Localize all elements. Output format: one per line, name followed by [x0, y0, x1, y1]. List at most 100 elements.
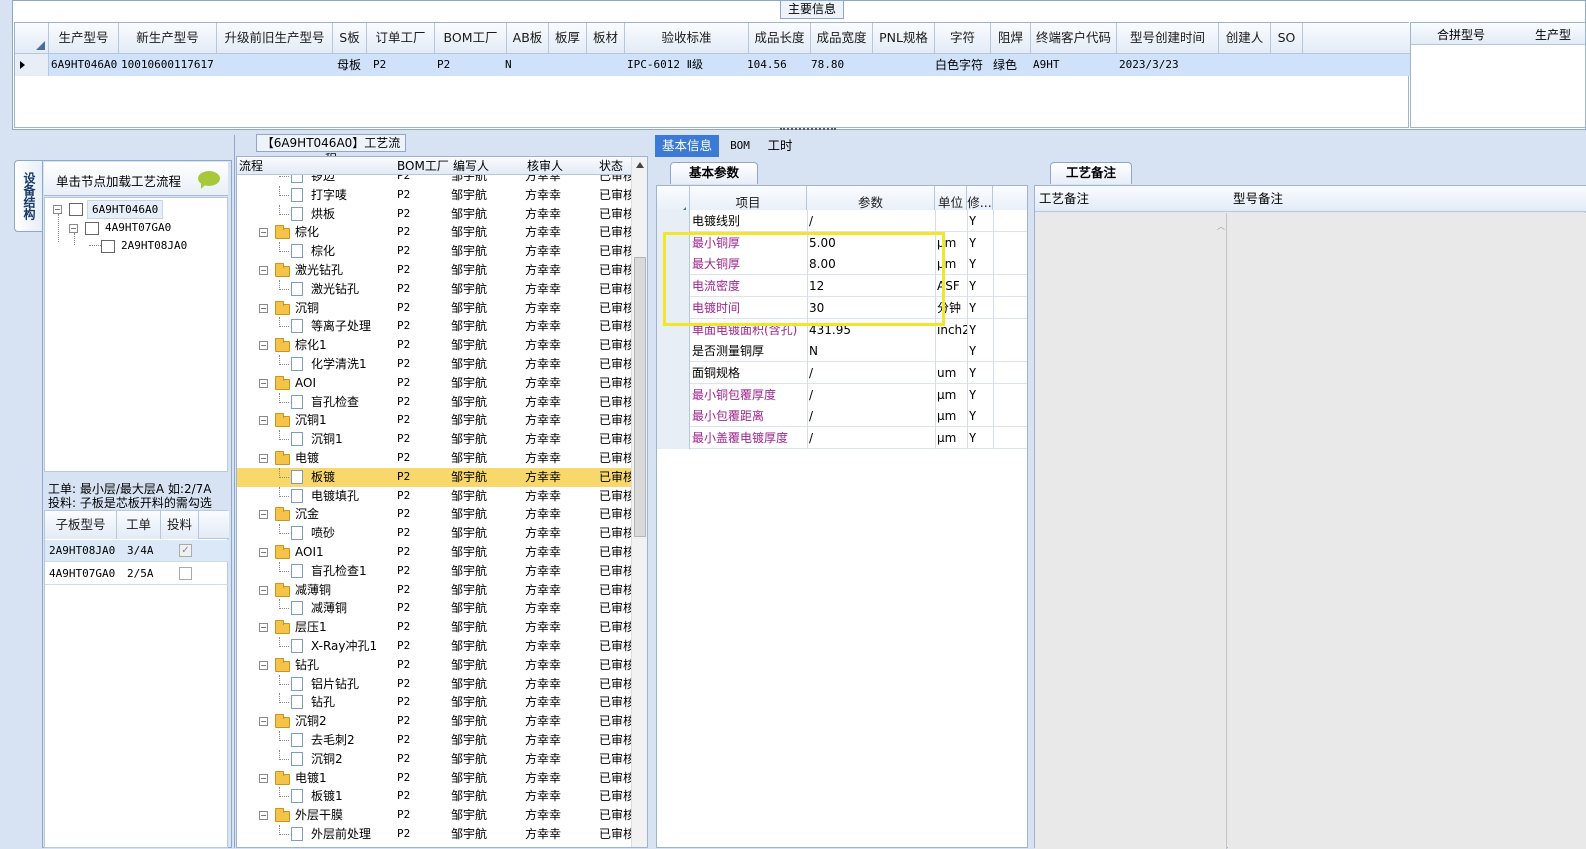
col-flow-status[interactable]: 状态 — [599, 157, 623, 175]
col-flow-writer[interactable]: 编写人 — [453, 157, 489, 175]
table-row[interactable]: 4A9HT07GA0 2/5A — [45, 563, 229, 585]
basic-params-tab[interactable]: 基本参数 — [670, 162, 758, 184]
flow-row[interactable]: − 沉铜2 P2 邹宇航 方幸幸 已审核 — [237, 712, 631, 731]
table-row[interactable]: 2A9HT08JA0 3/4A ✓ — [45, 540, 229, 562]
param-row[interactable]: 面铜规格 / um Y — [657, 361, 1027, 384]
tree-node-child[interactable]: 4A9HT07GA0 — [105, 221, 171, 234]
flow-row[interactable]: 去毛刺2 P2 邹宇航 方幸幸 已审核 — [237, 731, 631, 750]
flow-row[interactable]: 烘板 P2 邹宇航 方幸幸 已审核 — [237, 204, 631, 224]
collapse-icon[interactable]: − — [69, 224, 78, 233]
flow-row[interactable]: − 棕化1 P2 邹宇航 方幸幸 已审核 — [237, 336, 631, 355]
flow-row[interactable]: 外层前处理 P2 邹宇航 方幸幸 已审核 — [237, 825, 631, 844]
col-merge-model-2[interactable]: 生产型 — [1535, 26, 1571, 43]
tree-node-root[interactable]: 6A9HT046A0 — [87, 200, 164, 219]
col-flow[interactable]: 流程 — [239, 157, 263, 175]
collapse-icon[interactable]: − — [259, 228, 268, 238]
col-new-model[interactable]: 新生产型号 — [119, 23, 217, 53]
collapse-icon[interactable]: − — [259, 454, 268, 463]
collapse-icon[interactable]: − — [259, 811, 268, 821]
tab-work-hours[interactable]: 工时 — [763, 135, 797, 157]
param-row[interactable]: 是否测量铜厚 N Y — [657, 340, 1027, 363]
col-solder[interactable]: 阻焊 — [991, 23, 1031, 53]
flow-row[interactable]: − 电镀 P2 邹宇航 方幸幸 已审核 — [237, 449, 631, 468]
process-remark-area[interactable]: ︿ — [1035, 213, 1227, 849]
col-order-factory[interactable]: 订单工厂 — [367, 23, 435, 53]
col-flow-bom[interactable]: BOM工厂 — [397, 157, 449, 175]
tab-bom[interactable]: BOM — [723, 135, 757, 157]
col-customer[interactable]: 终端客户代码 — [1031, 23, 1117, 53]
feed-checkbox[interactable] — [179, 567, 192, 580]
scroll-up-icon[interactable]: ︿ — [1217, 221, 1225, 232]
flow-row[interactable]: 盲孔检查1 P2 邹宇航 方幸幸 已审核 — [237, 561, 631, 581]
flow-row[interactable]: X-Ray冲孔1 P2 邹宇航 方幸幸 已审核 — [237, 637, 631, 656]
flow-row[interactable]: 沉铜2 P2 邹宇航 方幸幸 已审核 — [237, 749, 631, 769]
collapse-icon[interactable]: − — [259, 266, 268, 275]
flow-row[interactable]: − 层压1 P2 邹宇航 方幸幸 已审核 — [237, 618, 631, 637]
collapse-icon[interactable]: − — [259, 585, 268, 595]
collapse-icon[interactable]: − — [259, 623, 268, 633]
collapse-icon[interactable]: − — [259, 416, 268, 426]
flow-row[interactable]: 电镀填孔 P2 邹宇航 方幸幸 已审核 — [237, 486, 631, 506]
tree-checkbox-icon[interactable] — [85, 222, 99, 235]
collapse-icon[interactable]: − — [53, 205, 62, 214]
flow-row[interactable]: 沉铜1 P2 邹宇航 方幸幸 已审核 — [237, 430, 631, 449]
collapse-icon[interactable]: − — [259, 717, 268, 727]
col-creator[interactable]: 创建人 — [1219, 23, 1271, 53]
flow-row[interactable]: 等离子处理 P2 邹宇航 方幸幸 已审核 — [237, 317, 631, 336]
col-length[interactable]: 成品长度 — [749, 23, 811, 53]
vertical-tab-equipment[interactable]: 设备结构 — [14, 160, 42, 232]
flow-row[interactable]: − 沉铜 P2 邹宇航 方幸幸 已审核 — [237, 299, 631, 318]
collapse-icon[interactable]: − — [259, 303, 268, 313]
col-sub-order[interactable]: 工单 — [117, 511, 161, 539]
col-thickness[interactable]: 板厚 — [549, 23, 587, 53]
splitter-handle[interactable] — [780, 128, 836, 132]
tree-node-grandchild[interactable]: 2A9HT08JA0 — [121, 239, 187, 252]
tree-checkbox-icon[interactable] — [101, 240, 115, 253]
scroll-thumb[interactable] — [634, 257, 646, 537]
flow-row[interactable]: 锣边 P2 邹宇航 方幸幸 已审核 — [237, 175, 631, 186]
collapse-icon[interactable]: − — [259, 341, 268, 351]
col-model[interactable]: 生产型号 — [49, 23, 119, 53]
param-row[interactable]: 最小铜包覆厚度 / μm Y — [657, 383, 1027, 406]
flow-row[interactable]: 盲孔检查 P2 邹宇航 方幸幸 已审核 — [237, 392, 631, 412]
collapse-icon[interactable]: − — [259, 548, 268, 557]
flow-row[interactable]: − 棕化 P2 邹宇航 方幸幸 已审核 — [237, 223, 631, 242]
flow-row[interactable]: 打字唛 P2 邹宇航 方幸幸 已审核 — [237, 185, 631, 205]
collapse-icon[interactable]: − — [259, 510, 268, 520]
col-char[interactable]: 字符 — [935, 23, 991, 53]
collapse-icon[interactable]: − — [259, 660, 268, 670]
col-width[interactable]: 成品宽度 — [811, 23, 873, 53]
remarks-tab[interactable]: 工艺备注 — [1050, 162, 1132, 184]
flow-row[interactable]: − 沉金 P2 邹宇航 方幸幸 已审核 — [237, 505, 631, 524]
flow-row[interactable]: − 激光钻孔 P2 邹宇航 方幸幸 已审核 — [237, 261, 631, 280]
tab-basic-info[interactable]: 基本信息 — [655, 135, 719, 157]
flow-scrollbar[interactable] — [631, 157, 647, 847]
flow-row[interactable]: − AOI1 P2 邹宇航 方幸幸 已审核 — [237, 543, 631, 562]
col-create-time[interactable]: 型号创建时间 — [1117, 23, 1219, 53]
flow-row[interactable]: − 钻孔 P2 邹宇航 方幸幸 已审核 — [237, 656, 631, 675]
flow-row[interactable]: 铝片钻孔 P2 邹宇航 方幸幸 已审核 — [237, 674, 631, 694]
col-so[interactable]: SO — [1271, 23, 1303, 53]
flow-row[interactable]: 棕化 P2 邹宇航 方幸幸 已审核 — [237, 242, 631, 261]
flow-row[interactable]: 化学清洗1 P2 邹宇航 方幸幸 已审核 — [237, 355, 631, 374]
col-flow-reviewer[interactable]: 核审人 — [527, 157, 563, 175]
flow-row[interactable]: 板镀 P2 邹宇航 方幸幸 已审核 — [237, 467, 631, 487]
col-pnl[interactable]: PNL规格 — [873, 23, 935, 53]
col-bom-factory[interactable]: BOM工厂 — [435, 23, 507, 53]
param-row[interactable]: 最小包覆距离 / μm Y — [657, 405, 1027, 428]
flow-row[interactable]: − AOI P2 邹宇航 方幸幸 已审核 — [237, 374, 631, 393]
col-material[interactable]: 板材 — [587, 23, 625, 53]
flow-row[interactable]: 激光钻孔 P2 邹宇航 方幸幸 已审核 — [237, 279, 631, 299]
main-data-row[interactable]: 6A9HT046A0 10010600117617 母板 P2 P2 N IPC… — [15, 54, 1410, 76]
col-merge-model[interactable]: 合拼型号 — [1437, 26, 1485, 43]
col-sub-model[interactable]: 子板型号 — [45, 511, 117, 539]
col-s-board[interactable]: S板 — [333, 23, 367, 53]
flow-row[interactable]: 板镀1 P2 邹宇航 方幸幸 已审核 — [237, 787, 631, 806]
param-row[interactable]: 电镀线别 / Y — [657, 210, 1027, 232]
col-standard[interactable]: 验收标准 — [625, 23, 749, 53]
feed-checkbox[interactable]: ✓ — [179, 544, 192, 557]
flow-row[interactable]: − 沉铜1 P2 邹宇航 方幸幸 已审核 — [237, 411, 631, 430]
col-old-model[interactable]: 升级前旧生产型号 — [217, 23, 333, 53]
model-remark-area[interactable] — [1228, 213, 1586, 849]
flow-row[interactable]: − 电镀1 P2 邹宇航 方幸幸 已审核 — [237, 769, 631, 788]
